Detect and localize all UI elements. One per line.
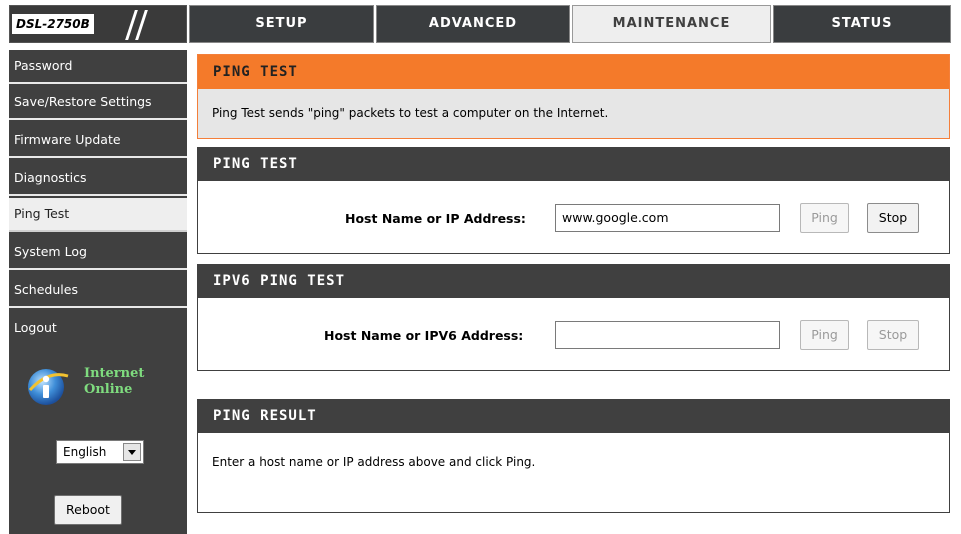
ping-button[interactable]: Ping <box>800 203 849 233</box>
ping-test-title: PING TEST <box>198 147 949 181</box>
sidebar-item-password[interactable]: Password <box>9 50 187 84</box>
internet-status-label: Internet <box>84 366 145 381</box>
sidebar-item-system-log[interactable]: System Log <box>9 236 187 270</box>
ping-result-message: Enter a host name or IP address above an… <box>212 455 536 469</box>
intro-description: Ping Test sends "ping" packets to test a… <box>198 89 949 138</box>
info-globe-icon <box>28 369 69 405</box>
sidebar-item-save-restore[interactable]: Save/Restore Settings <box>9 86 187 120</box>
language-select-value: English <box>63 445 107 459</box>
sidebar-item-diagnostics[interactable]: Diagnostics <box>9 162 187 196</box>
page-title: PING TEST <box>198 55 949 89</box>
internet-status: Internet Online <box>9 356 187 416</box>
ipv6-ping-test-title: IPV6 PING TEST <box>198 264 949 298</box>
top-navigation: DSL-2750B SETUP ADVANCED MAINTENANCE STA… <box>0 0 961 50</box>
model-name: DSL-2750B <box>12 14 94 34</box>
ipv6-ping-button[interactable]: Ping <box>800 320 849 350</box>
ipv6-ping-test-panel: IPV6 PING TEST Host Name or IPV6 Address… <box>197 264 950 371</box>
stop-button[interactable]: Stop <box>867 203 919 233</box>
ipv6-host-name-input[interactable] <box>555 321 780 349</box>
host-name-label: Host Name or IP Address: <box>345 211 526 226</box>
tab-setup[interactable]: SETUP <box>189 5 374 43</box>
tab-advanced[interactable]: ADVANCED <box>376 5 570 43</box>
chevron-down-icon[interactable] <box>123 443 141 461</box>
host-name-input[interactable]: www.google.com <box>555 204 780 232</box>
reboot-button[interactable]: Reboot <box>54 495 122 525</box>
ipv6-stop-button[interactable]: Stop <box>867 320 919 350</box>
internet-status-value: Online <box>84 382 133 397</box>
language-select[interactable]: English <box>56 440 144 464</box>
ping-result-panel: PING RESULT Enter a host name or IP addr… <box>197 399 950 513</box>
sidebar-item-ping-test[interactable]: Ping Test <box>9 198 187 232</box>
sidebar: Password Save/Restore Settings Firmware … <box>9 50 187 534</box>
tab-status[interactable]: STATUS <box>773 5 951 43</box>
ping-result-title: PING RESULT <box>198 399 949 433</box>
intro-panel: PING TEST Ping Test sends "ping" packets… <box>197 54 950 139</box>
logo-slash-2 <box>135 10 148 40</box>
brand-logo: DSL-2750B <box>9 5 187 43</box>
sidebar-item-firmware-update[interactable]: Firmware Update <box>9 124 187 158</box>
tab-maintenance[interactable]: MAINTENANCE <box>572 5 771 43</box>
ipv6-host-name-label: Host Name or IPV6 Address: <box>324 328 524 343</box>
ping-test-panel: PING TEST Host Name or IP Address: www.g… <box>197 147 950 254</box>
sidebar-item-logout[interactable]: Logout <box>9 312 187 346</box>
sidebar-item-schedules[interactable]: Schedules <box>9 274 187 308</box>
